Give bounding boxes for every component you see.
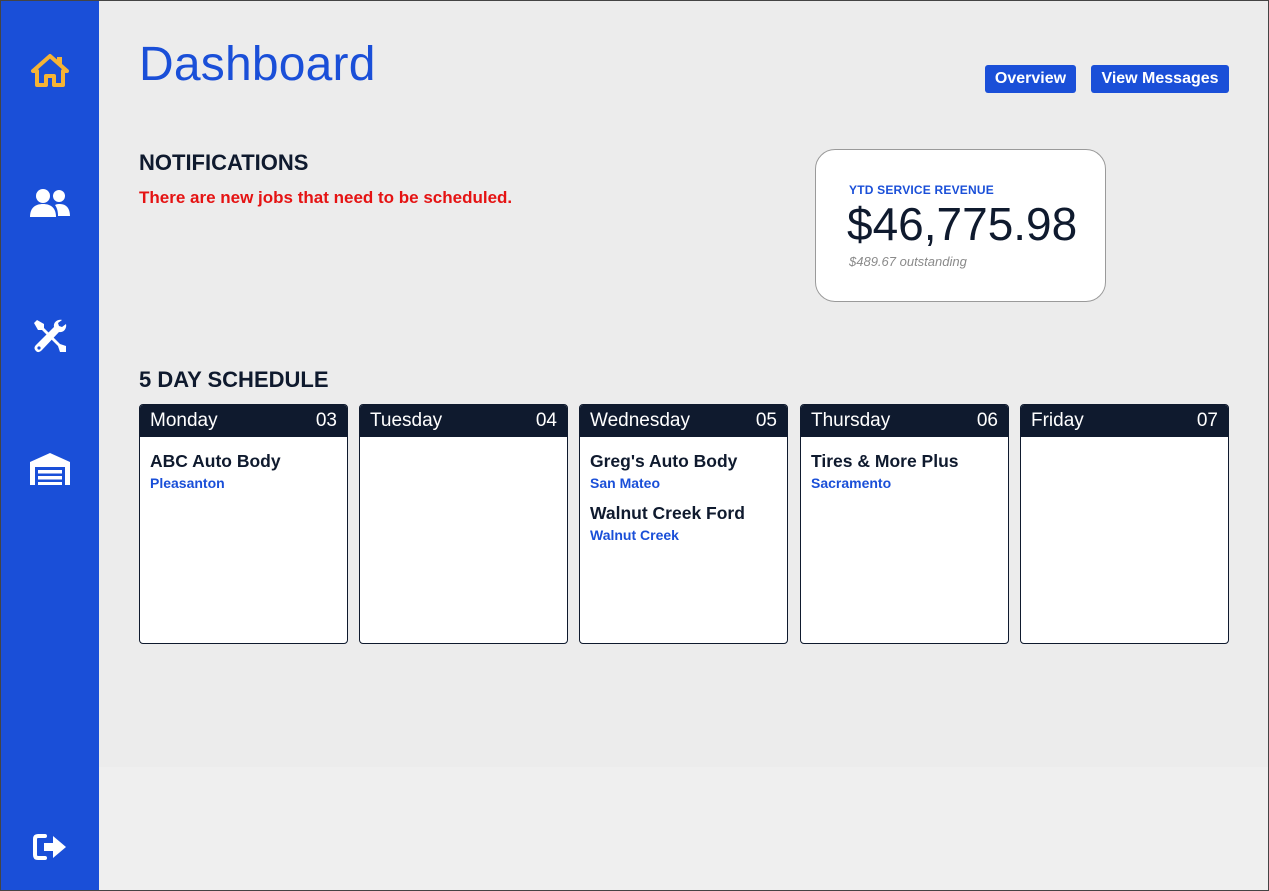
job-city: San Mateo [590,475,661,491]
job-city: Walnut Creek [590,527,679,543]
job-name: Greg's Auto Body [590,451,738,471]
job-name: ABC Auto Body [150,451,281,471]
overview-button[interactable]: Overview [985,65,1076,93]
day-date: 07 [1196,410,1218,431]
app-window: Dashboard Overview View Messages NOTIFIC… [0,0,1269,891]
job-item[interactable]: Walnut Creek Ford Walnut Creek [590,503,777,543]
day-header: Monday 03 [140,405,347,437]
home-icon [31,53,69,87]
day-header: Thursday 06 [801,405,1008,437]
tools-icon [32,318,68,354]
sidebar-item-garage[interactable] [1,439,99,499]
sidebar-item-services[interactable] [1,306,99,366]
job-name: Tires & More Plus [811,451,959,471]
sidebar-item-customers[interactable] [1,173,99,233]
day-card-thursday: Thursday 06 Tires & More Plus Sacramento [800,404,1009,644]
day-header: Tuesday 04 [360,405,567,437]
day-card-wednesday: Wednesday 05 Greg's Auto Body San Mateo … [579,404,788,644]
day-card-monday: Monday 03 ABC Auto Body Pleasanton [139,404,348,644]
logout-icon [33,833,67,861]
page-title: Dashboard [139,38,376,91]
revenue-card: YTD SERVICE REVENUE $46,775.98 $489.67 o… [815,149,1106,302]
day-header: Friday 07 [1021,405,1228,437]
job-item[interactable]: Greg's Auto Body San Mateo [590,451,777,491]
revenue-outstanding: $489.67 outstanding [849,254,967,269]
day-date: 06 [976,410,998,431]
job-name: Walnut Creek Ford [590,503,745,523]
job-item[interactable]: ABC Auto Body Pleasanton [150,451,337,491]
notification-message: There are new jobs that need to be sched… [139,188,513,207]
day-card-tuesday: Tuesday 04 [359,404,568,644]
day-name: Friday [1031,410,1084,431]
day-name: Tuesday [370,410,443,431]
sidebar [1,1,99,890]
garage-icon [29,452,71,486]
schedule-title: 5 DAY SCHEDULE [139,367,329,392]
job-item[interactable]: Tires & More Plus Sacramento [811,451,998,491]
day-header: Wednesday 05 [580,405,787,437]
view-messages-button[interactable]: View Messages [1091,65,1229,93]
day-name: Wednesday [590,410,690,431]
sidebar-item-home[interactable] [1,40,99,100]
day-name: Thursday [811,410,891,431]
job-city: Sacramento [811,475,892,491]
day-date: 05 [755,410,777,431]
revenue-label: YTD SERVICE REVENUE [849,183,994,197]
revenue-amount: $46,775.98 [847,198,1078,250]
logout-button[interactable] [1,817,99,877]
users-icon [29,188,71,218]
day-date: 04 [535,410,557,431]
notifications-title: NOTIFICATIONS [139,150,309,175]
job-city: Pleasanton [150,475,225,491]
day-date: 03 [315,410,337,431]
day-card-friday: Friday 07 [1020,404,1229,644]
day-name: Monday [150,410,218,431]
